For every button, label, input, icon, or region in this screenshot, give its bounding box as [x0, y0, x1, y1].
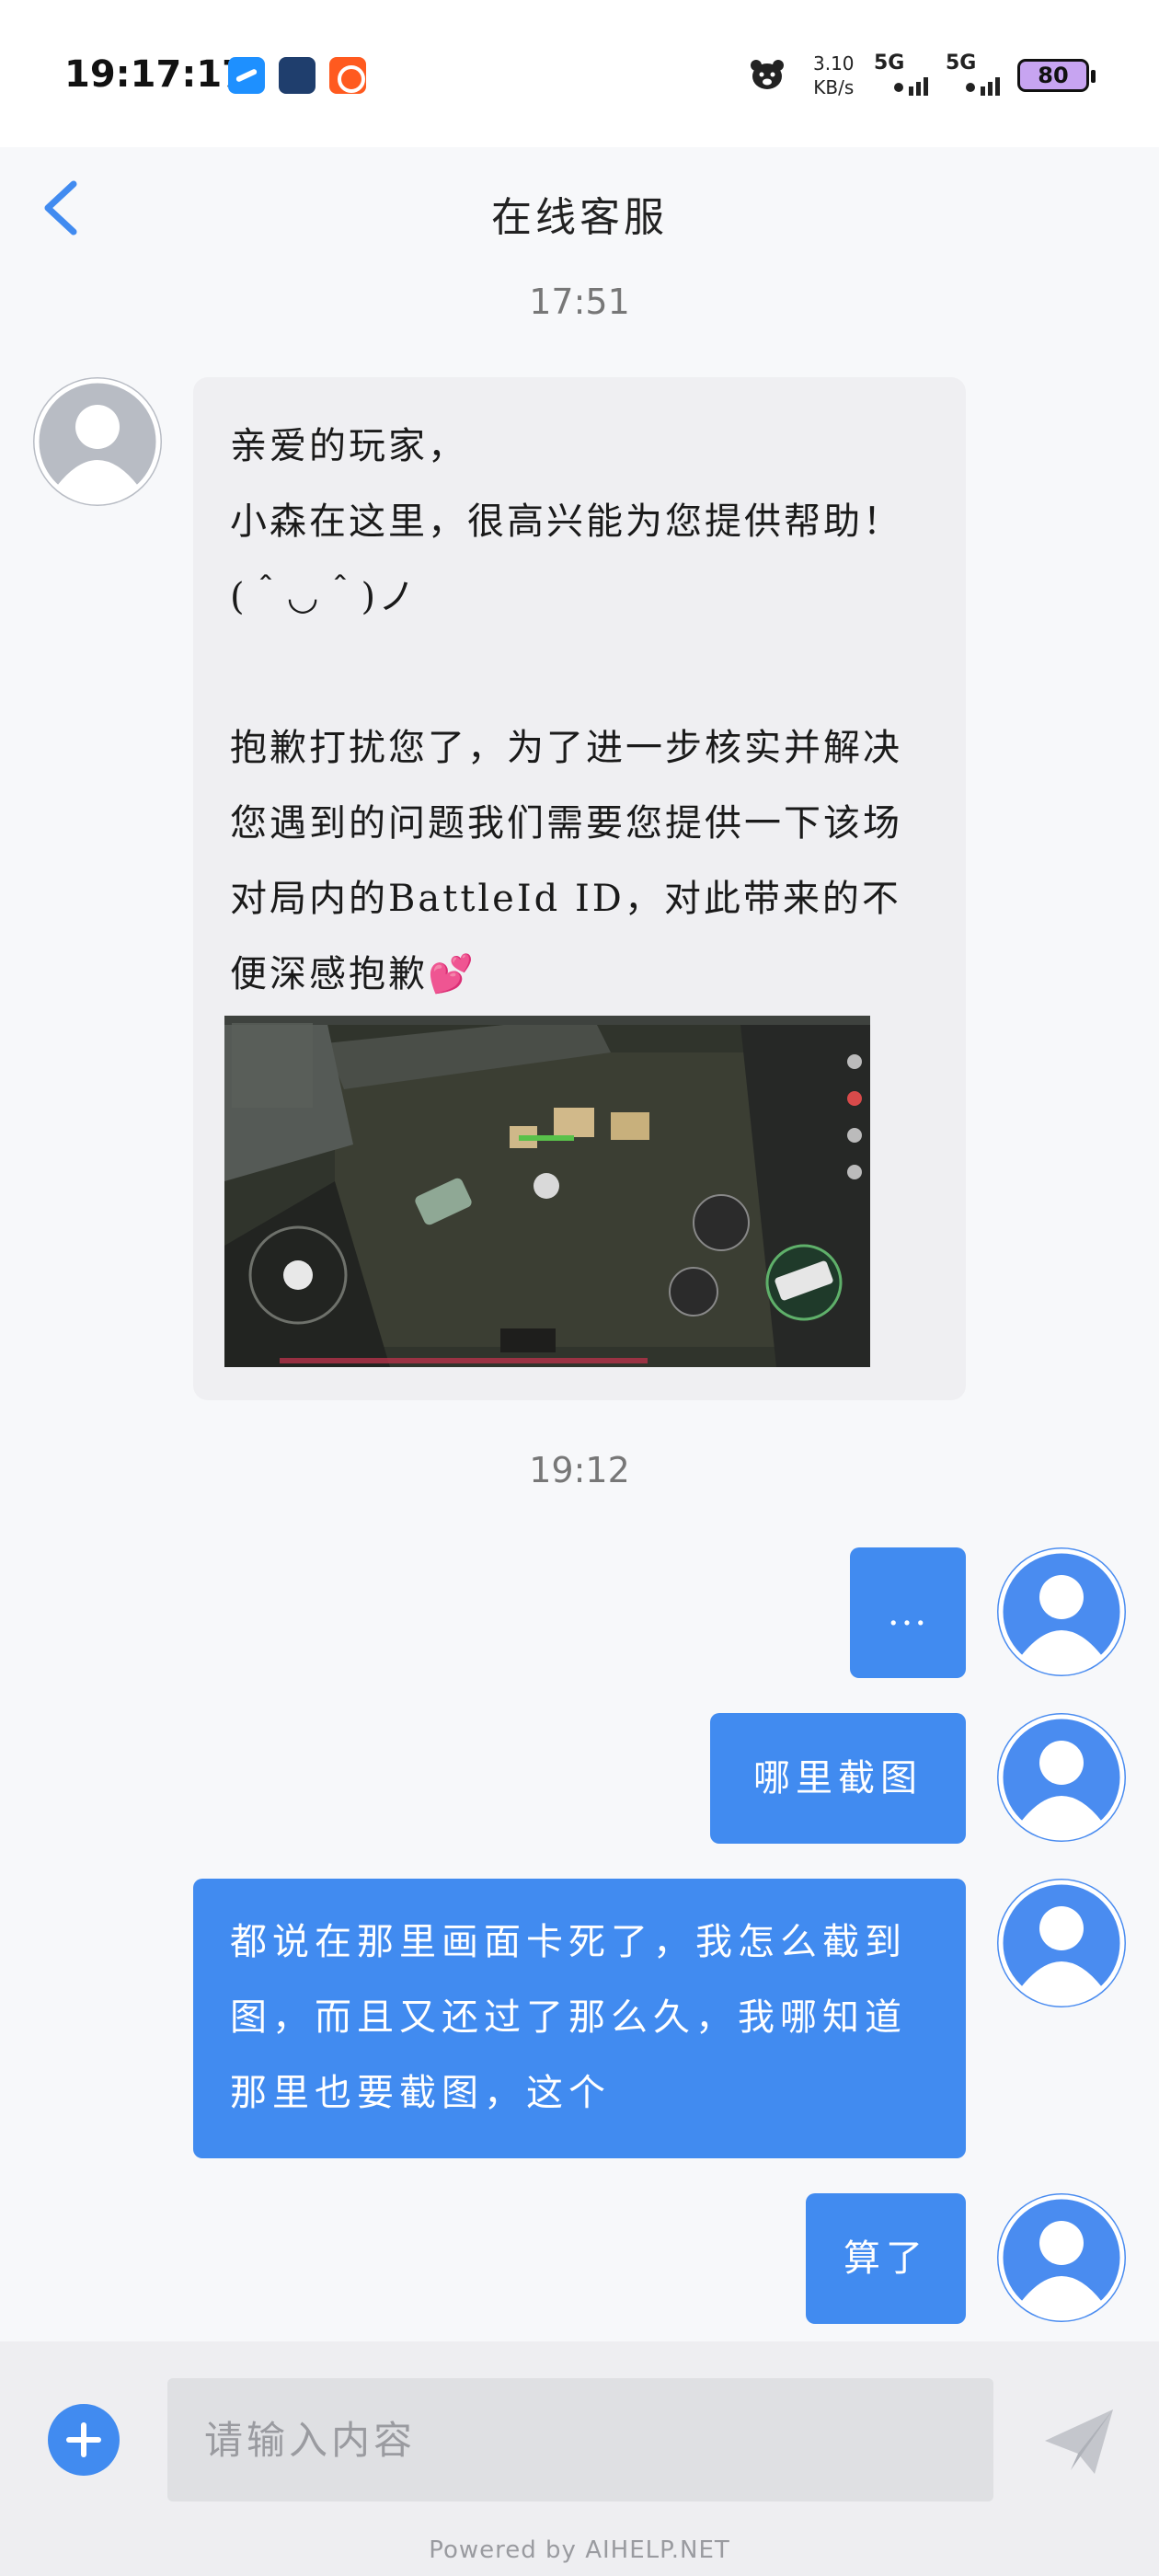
sim1-network-type: 5G [874, 52, 905, 75]
nav-header: 在线客服 [0, 147, 1159, 267]
bear-icon [751, 60, 784, 89]
chat-timestamp: 17:51 [529, 282, 630, 322]
game-screenshot-art [224, 1016, 870, 1367]
status-bar: 19:17:17 3.10 KB/s 5G 5G 80 [0, 0, 1159, 147]
status-time: 19:17:17 [64, 53, 247, 96]
person-icon [34, 378, 161, 505]
user-message-bubble: 都说在那里画面卡死了，我怎么截到图，而且又还过了那么久，我哪知道那里也要截图，这… [193, 1879, 966, 2158]
user-message-bubble: 哪里截图 [710, 1713, 966, 1844]
message-input-bar: Powered by AIHELP.NET [0, 2341, 1159, 2576]
signal-bars-icon [966, 77, 1000, 96]
user-avatar [997, 1547, 1126, 1676]
person-icon [998, 1548, 1125, 1675]
browser-app-icon [228, 57, 265, 94]
agent-message-text: 亲爱的玩家， 小森在这里，很高兴能为您提供帮助！(＾◡＾)ノ 抱歉打扰您了，为了… [230, 408, 929, 1012]
agent-message-body: 亲爱的玩家， 小森在这里，很高兴能为您提供帮助！(＾◡＾)ノ 抱歉打扰您了，为了… [230, 425, 902, 995]
person-icon [998, 2194, 1125, 2321]
battery-indicator: 80 [1017, 59, 1096, 92]
person-icon [998, 1714, 1125, 1841]
user-avatar [997, 1879, 1126, 2007]
sim2-network-type: 5G [946, 52, 977, 75]
agent-avatar [33, 377, 162, 506]
signal-bars-icon [894, 77, 928, 96]
chat-timestamp: 19:12 [529, 1450, 630, 1490]
page-title: 在线客服 [491, 194, 668, 241]
game-screenshot-image[interactable] [224, 1016, 870, 1367]
plus-circle-icon[interactable] [48, 2404, 120, 2476]
user-avatar [997, 1713, 1126, 1842]
video-app-icon [329, 57, 366, 94]
user-message-bubble: 算了 [806, 2193, 966, 2324]
network-speed-unit: KB/s [813, 76, 855, 98]
send-button[interactable] [1038, 2400, 1120, 2483]
powered-by-label: Powered by AIHELP.NET [429, 2536, 730, 2564]
user-avatar [997, 2193, 1126, 2322]
person-icon [998, 1880, 1125, 2007]
network-speed-value: 3.10 [813, 52, 855, 75]
heart-emoji: 💕 [428, 953, 476, 995]
game-app-icon [279, 57, 316, 94]
paper-plane-icon [1045, 2409, 1113, 2474]
user-message-bubble: ... [850, 1547, 966, 1678]
message-input[interactable] [167, 2378, 993, 2501]
network-speed: 3.10 KB/s [813, 52, 855, 99]
agent-message-bubble: 亲爱的玩家， 小森在这里，很高兴能为您提供帮助！(＾◡＾)ノ 抱歉打扰您了，为了… [193, 377, 966, 1400]
